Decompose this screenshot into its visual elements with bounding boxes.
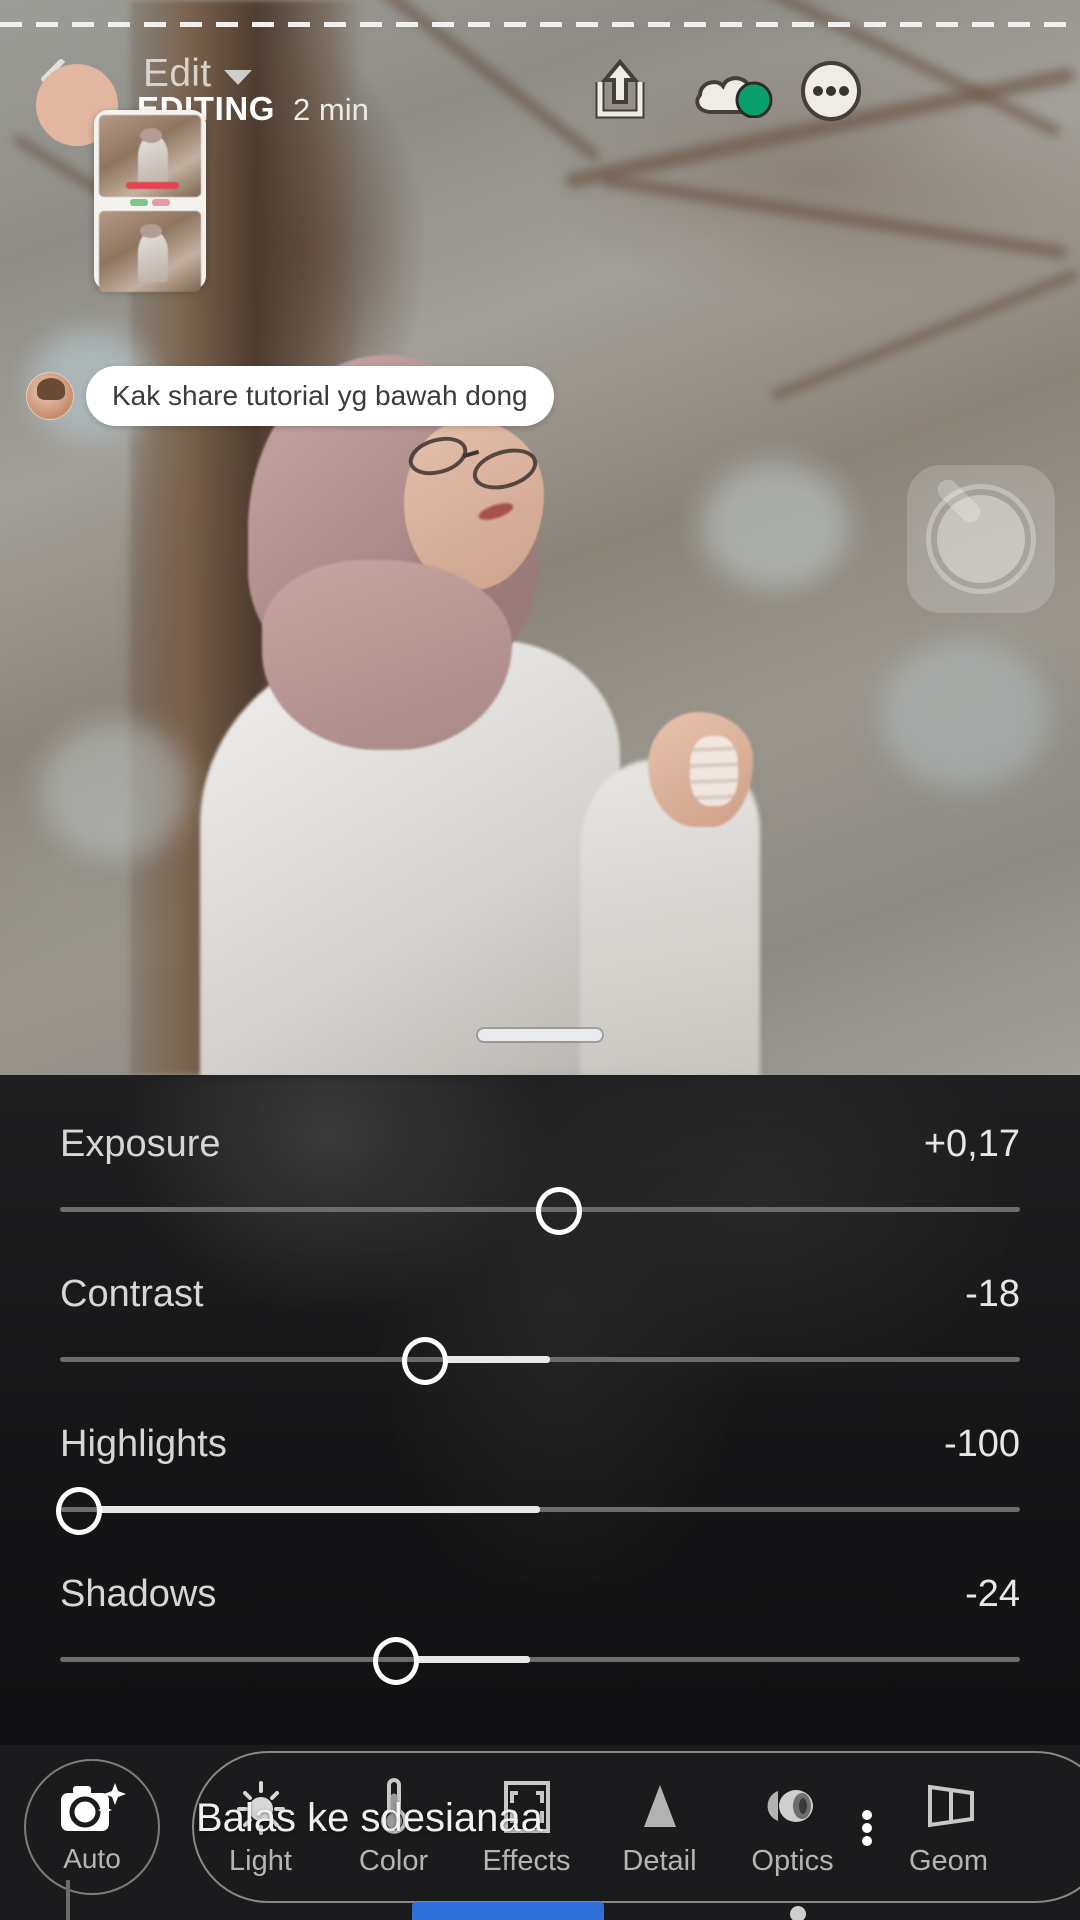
subject-nails [690, 736, 738, 806]
chip-pink [152, 198, 170, 206]
slider-track-area[interactable] [60, 1630, 1020, 1690]
slider-knob[interactable] [401, 1337, 448, 1385]
geometry-icon [927, 1784, 974, 1827]
slider-contrast[interactable]: Contrast -18 [60, 1273, 1020, 1390]
thumbnail-figure [137, 136, 169, 187]
slider-exposure[interactable]: Exposure +0,17 [60, 1123, 1020, 1240]
tab-label: Light [229, 1844, 292, 1877]
slider-header: Contrast -18 [60, 1273, 1020, 1316]
auto-button[interactable]: Auto [24, 1759, 160, 1895]
tab-detail[interactable]: Detail [593, 1777, 726, 1878]
app-screen: Edit EDITING 2 min Kak share tutorial yg… [0, 0, 1080, 1920]
slider-header: Highlights -100 [60, 1423, 1020, 1466]
slider-header: Shadows -24 [60, 1573, 1020, 1616]
slider-shadows[interactable]: Shadows -24 [60, 1573, 1020, 1690]
slider-value: -100 [943, 1423, 1020, 1465]
optics-lens-icon [767, 1789, 813, 1822]
slider-track-area[interactable] [60, 1180, 1020, 1240]
thumbnail-chips [99, 198, 201, 206]
more-options-icon[interactable] [800, 60, 862, 122]
slider-knob[interactable] [56, 1487, 103, 1535]
reply-overlay-text[interactable]: Balas ke sdesianaa [196, 1796, 543, 1841]
nav-dot[interactable] [790, 1906, 806, 1920]
bokeh [40, 720, 190, 860]
comment-bubble[interactable]: Kak share tutorial yg bawah dong [86, 366, 554, 426]
cloud-sync-icon[interactable] [690, 66, 780, 119]
share-export-icon[interactable] [590, 58, 650, 120]
slider-label: Contrast [60, 1273, 204, 1315]
chevron-down-icon [224, 69, 253, 85]
slider-knob[interactable] [373, 1637, 419, 1685]
shutter-dot [937, 495, 1025, 583]
chip-green [130, 198, 148, 206]
slider-value: -18 [965, 1273, 1020, 1315]
slider-knob[interactable] [536, 1187, 583, 1235]
slider-track-area[interactable] [56, 1480, 1020, 1540]
thumbnail-figure [137, 231, 169, 283]
thumbnail-caption-bar [125, 181, 179, 190]
auto-label: Auto [63, 1843, 121, 1874]
slider-fill [98, 1506, 540, 1513]
tab-label: Effects [482, 1844, 571, 1877]
keyboard-send-bar[interactable] [412, 1902, 604, 1920]
slider-label: Shadows [60, 1573, 217, 1615]
slider-value: +0,17 [923, 1123, 1020, 1165]
auto-camera-icon [61, 1783, 126, 1831]
slider-value: -24 [965, 1573, 1020, 1615]
tab-label: Geom [909, 1844, 988, 1877]
shared-post-thumbnail[interactable] [94, 110, 206, 293]
slider-header: Exposure +0,17 [60, 1123, 1020, 1166]
panel-drag-handle[interactable] [478, 1029, 602, 1041]
slider-label: Highlights [60, 1423, 227, 1465]
tab-label: Detail [622, 1844, 697, 1877]
tab-geometry[interactable]: Geom [901, 1777, 996, 1878]
bokeh [700, 460, 850, 590]
overflow-and-geom: Geom [859, 1777, 996, 1878]
slider-fill [444, 1356, 550, 1363]
commenter-avatar[interactable] [26, 372, 74, 420]
slider-highlights[interactable]: Highlights -100 [56, 1423, 1020, 1540]
dashed-divider [0, 22, 1080, 27]
slider-track-area[interactable] [60, 1330, 1020, 1390]
camera-shutter-overlay[interactable] [907, 465, 1055, 613]
slider-fill [415, 1656, 531, 1663]
slider-track [60, 1657, 1020, 1662]
tab-label: Color [358, 1844, 429, 1877]
bokeh [880, 640, 1050, 790]
detail-triangle-icon [643, 1784, 676, 1827]
thumbnail-bottom [99, 210, 201, 293]
tab-label: Optics [751, 1844, 834, 1877]
light-adjust-panel: Exposure +0,17 Contrast -18 Highlights -… [0, 1075, 1080, 1745]
subject-hijab-drape [262, 560, 512, 750]
status-time: 2 min [293, 92, 369, 127]
thumbnail-head [139, 128, 163, 143]
vertical-dots-icon[interactable] [859, 1798, 875, 1856]
tab-optics[interactable]: Optics [726, 1777, 859, 1878]
nav-back-hint[interactable] [66, 1880, 70, 1920]
thumbnail-top [99, 115, 201, 197]
slider-label: Exposure [60, 1123, 221, 1165]
comment-row[interactable]: Kak share tutorial yg bawah dong [26, 366, 554, 426]
